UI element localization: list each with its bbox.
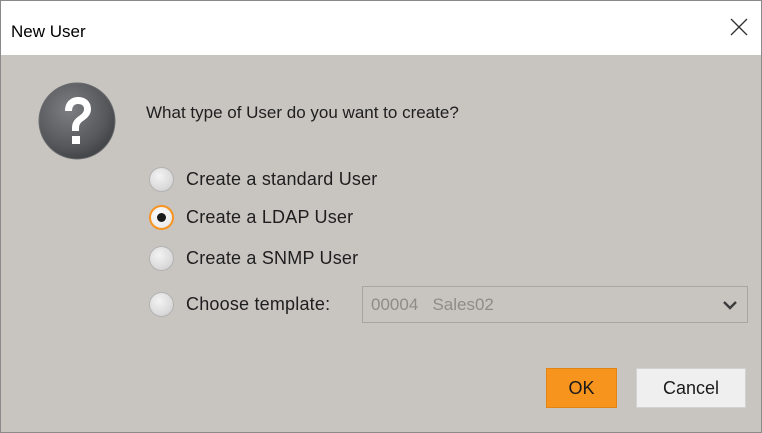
- new-user-dialog: New User What type of User do you want t…: [0, 0, 762, 433]
- radio-label: Choose template:: [186, 294, 331, 314]
- radio-button[interactable]: [149, 167, 174, 192]
- cancel-button[interactable]: Cancel: [636, 368, 746, 408]
- template-select[interactable]: 00004 Sales02: [362, 286, 748, 323]
- ok-button[interactable]: OK: [546, 368, 617, 408]
- chevron-down-icon: [723, 301, 737, 310]
- radio-snmp-user[interactable]: Create a SNMP User: [149, 246, 358, 271]
- radio-button[interactable]: [149, 292, 174, 317]
- radio-choose-template[interactable]: Choose template:: [149, 292, 330, 317]
- radio-button[interactable]: [149, 246, 174, 271]
- radio-label: Create a LDAP User: [186, 207, 354, 227]
- radio-label: Create a standard User: [186, 169, 378, 189]
- radio-button-selected[interactable]: [149, 205, 174, 230]
- question-icon: [38, 82, 116, 160]
- template-select-value: 00004 Sales02: [371, 294, 494, 314]
- close-icon: [730, 18, 748, 36]
- radio-standard-user[interactable]: Create a standard User: [149, 167, 378, 192]
- radio-ldap-user[interactable]: Create a LDAP User: [149, 205, 353, 230]
- radio-label: Create a SNMP User: [186, 248, 359, 268]
- close-button[interactable]: [717, 9, 761, 45]
- window-title: New User: [11, 22, 86, 41]
- title-bar: New User: [1, 1, 761, 55]
- question-text: What type of User do you want to create?: [146, 103, 459, 122]
